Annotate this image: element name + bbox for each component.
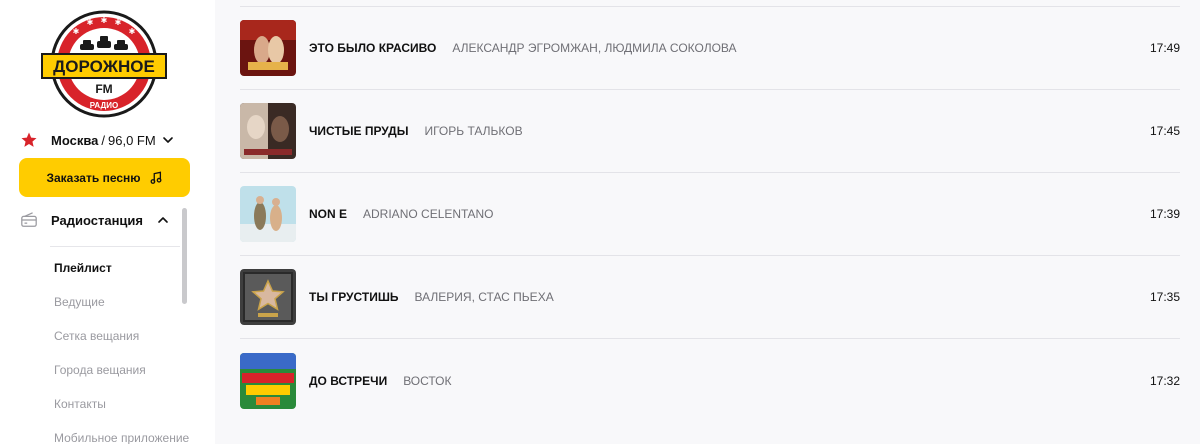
track-title: NON E	[309, 207, 348, 221]
submenu-item-schedule[interactable]: Сетка вещания	[54, 326, 189, 360]
svg-text:✱: ✱	[73, 27, 80, 36]
track-time: 17:45	[1149, 124, 1180, 138]
city-name: Москва	[51, 132, 99, 148]
music-note-icon	[150, 171, 161, 184]
playlist: ЭТО БЫЛО КРАСИВО АЛЕКСАНДР ЭГРОМЖАН, ЛЮД…	[215, 0, 1200, 444]
city-selector[interactable]: Москва / 96,0 FM	[20, 130, 174, 150]
station-submenu: Плейлист Ведущие Сетка вещания Города ве…	[54, 258, 189, 444]
logo-arc-text: РАДИО	[90, 101, 118, 110]
track-artist: ВОСТОК	[403, 373, 452, 388]
order-song-label: Заказать песню	[46, 170, 141, 185]
album-cover	[240, 103, 296, 159]
submenu-item-contacts[interactable]: Контакты	[54, 394, 189, 428]
station-menu-label: Радиостанция	[51, 212, 143, 228]
submenu-item-mobile-app[interactable]: Мобильное приложение	[54, 428, 189, 444]
track-time: 17:35	[1149, 290, 1180, 304]
sidebar: ✱ ✱ ✱ ✱ ✱ ДОРОЖНОЕ FM РАДИО Москва / 96,…	[0, 0, 215, 444]
track-title: ТЫ ГРУСТИШЬ	[309, 290, 399, 304]
track-row[interactable]: NON E ADRIANO CELENTANO 17:39	[240, 173, 1180, 256]
track-title: ЧИСТЫЕ ПРУДЫ	[309, 124, 409, 138]
logo-title: ДОРОЖНОЕ	[53, 57, 155, 76]
svg-text:✱: ✱	[129, 27, 136, 36]
album-cover	[240, 186, 296, 242]
track-time: 17:49	[1149, 41, 1180, 55]
track-title: ЭТО БЫЛО КРАСИВО	[309, 41, 437, 55]
album-cover	[240, 352, 296, 409]
track-row[interactable]: ЧИСТЫЕ ПРУДЫ ИГОРЬ ТАЛЬКОВ 17:45	[240, 90, 1180, 173]
submenu-item-playlist[interactable]: Плейлист	[54, 258, 189, 292]
radio-icon	[21, 212, 37, 227]
city-separator: /	[101, 132, 106, 148]
dorozhnoe-radio-logo[interactable]: ✱ ✱ ✱ ✱ ✱ ДОРОЖНОЕ FM РАДИО	[40, 10, 168, 118]
svg-text:✱: ✱	[101, 16, 108, 25]
submenu-item-hosts[interactable]: Ведущие	[54, 292, 189, 326]
svg-text:✱: ✱	[115, 18, 122, 27]
track-artist: ВАЛЕРИЯ, СТАС ПЬЕХА	[414, 290, 554, 304]
album-cover	[240, 20, 296, 76]
submenu-item-cities[interactable]: Города вещания	[54, 360, 189, 394]
sidebar-divider	[50, 246, 180, 247]
chevron-up-icon	[158, 217, 168, 223]
track-artist: ADRIANO CELENTANO	[363, 207, 494, 221]
track-row[interactable]: ЭТО БЫЛО КРАСИВО АЛЕКСАНДР ЭГРОМЖАН, ЛЮД…	[240, 7, 1180, 90]
album-cover	[240, 269, 296, 325]
track-row[interactable]: ТЫ ГРУСТИШЬ ВАЛЕРИЯ, СТАС ПЬЕХА 17:35	[240, 256, 1180, 339]
svg-text:✱: ✱	[87, 18, 94, 27]
logo-fm: FM	[95, 82, 112, 96]
station-menu-toggle[interactable]: Радиостанция	[20, 209, 190, 231]
chevron-down-icon	[162, 137, 173, 143]
track-time: 17:39	[1149, 207, 1180, 221]
track-artist: ИГОРЬ ТАЛЬКОВ	[424, 124, 523, 138]
order-song-button[interactable]: Заказать песню	[19, 158, 190, 197]
track-artist: АЛЕКСАНДР ЭГРОМЖАН, ЛЮДМИЛА СОКОЛОВА	[452, 41, 737, 55]
track-title: ДО ВСТРЕЧИ	[309, 373, 388, 388]
track-time: 17:32	[1149, 373, 1180, 388]
city-frequency: 96,0 FM	[108, 132, 156, 148]
track-row[interactable]: ДО ВСТРЕЧИ ВОСТОК 17:32	[240, 339, 1180, 422]
star-icon	[21, 132, 37, 147]
